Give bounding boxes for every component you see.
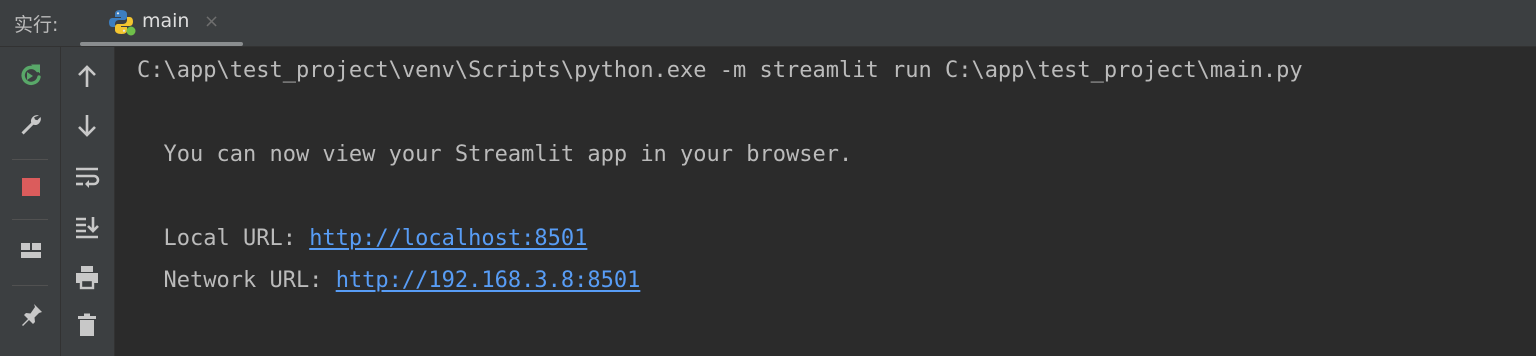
toolbar-separator xyxy=(12,219,48,220)
run-tool-header: 实行: main × xyxy=(0,0,1536,47)
local-url-label: Local URL: xyxy=(137,226,310,251)
local-url-link[interactable]: http://localhost:8501 xyxy=(309,226,587,251)
network-url-line: Network URL: http://192.168.3.8:8501 xyxy=(137,266,640,296)
run-label: 实行: xyxy=(14,14,59,36)
arrow-up-icon[interactable] xyxy=(71,61,103,93)
python-file-icon xyxy=(106,7,136,37)
local-url-line: Local URL: http://localhost:8501 xyxy=(137,224,587,254)
network-url-link[interactable]: http://192.168.3.8:8501 xyxy=(336,268,641,293)
run-tool-window: 实行: main × C:\app\test_project\venv\Scri… xyxy=(0,0,1536,356)
pin-icon[interactable] xyxy=(15,299,47,331)
stop-icon[interactable] xyxy=(15,171,47,203)
wrench-icon[interactable] xyxy=(15,109,47,141)
toolbar-separator xyxy=(12,159,48,160)
toolbar-separator xyxy=(12,285,48,286)
run-secondary-toolbar xyxy=(61,47,115,356)
soft-wrap-icon[interactable] xyxy=(71,161,103,193)
active-tab-indicator xyxy=(80,42,243,46)
scroll-to-end-icon[interactable] xyxy=(71,211,103,243)
tab-title: main xyxy=(142,10,190,32)
trash-icon[interactable] xyxy=(71,309,103,341)
print-icon[interactable] xyxy=(71,261,103,293)
run-primary-toolbar xyxy=(0,47,61,356)
rerun-icon[interactable] xyxy=(15,59,47,91)
tab-main[interactable]: main × xyxy=(80,0,243,46)
layout-icon[interactable] xyxy=(15,235,47,267)
console-output[interactable]: C:\app\test_project\venv\Scripts\python.… xyxy=(115,47,1536,356)
startup-message: You can now view your Streamlit app in y… xyxy=(137,142,853,167)
close-icon[interactable]: × xyxy=(204,11,219,32)
command-line: C:\app\test_project\venv\Scripts\python.… xyxy=(137,58,1303,83)
network-url-label: Network URL: xyxy=(137,268,336,293)
arrow-down-icon[interactable] xyxy=(71,109,103,141)
